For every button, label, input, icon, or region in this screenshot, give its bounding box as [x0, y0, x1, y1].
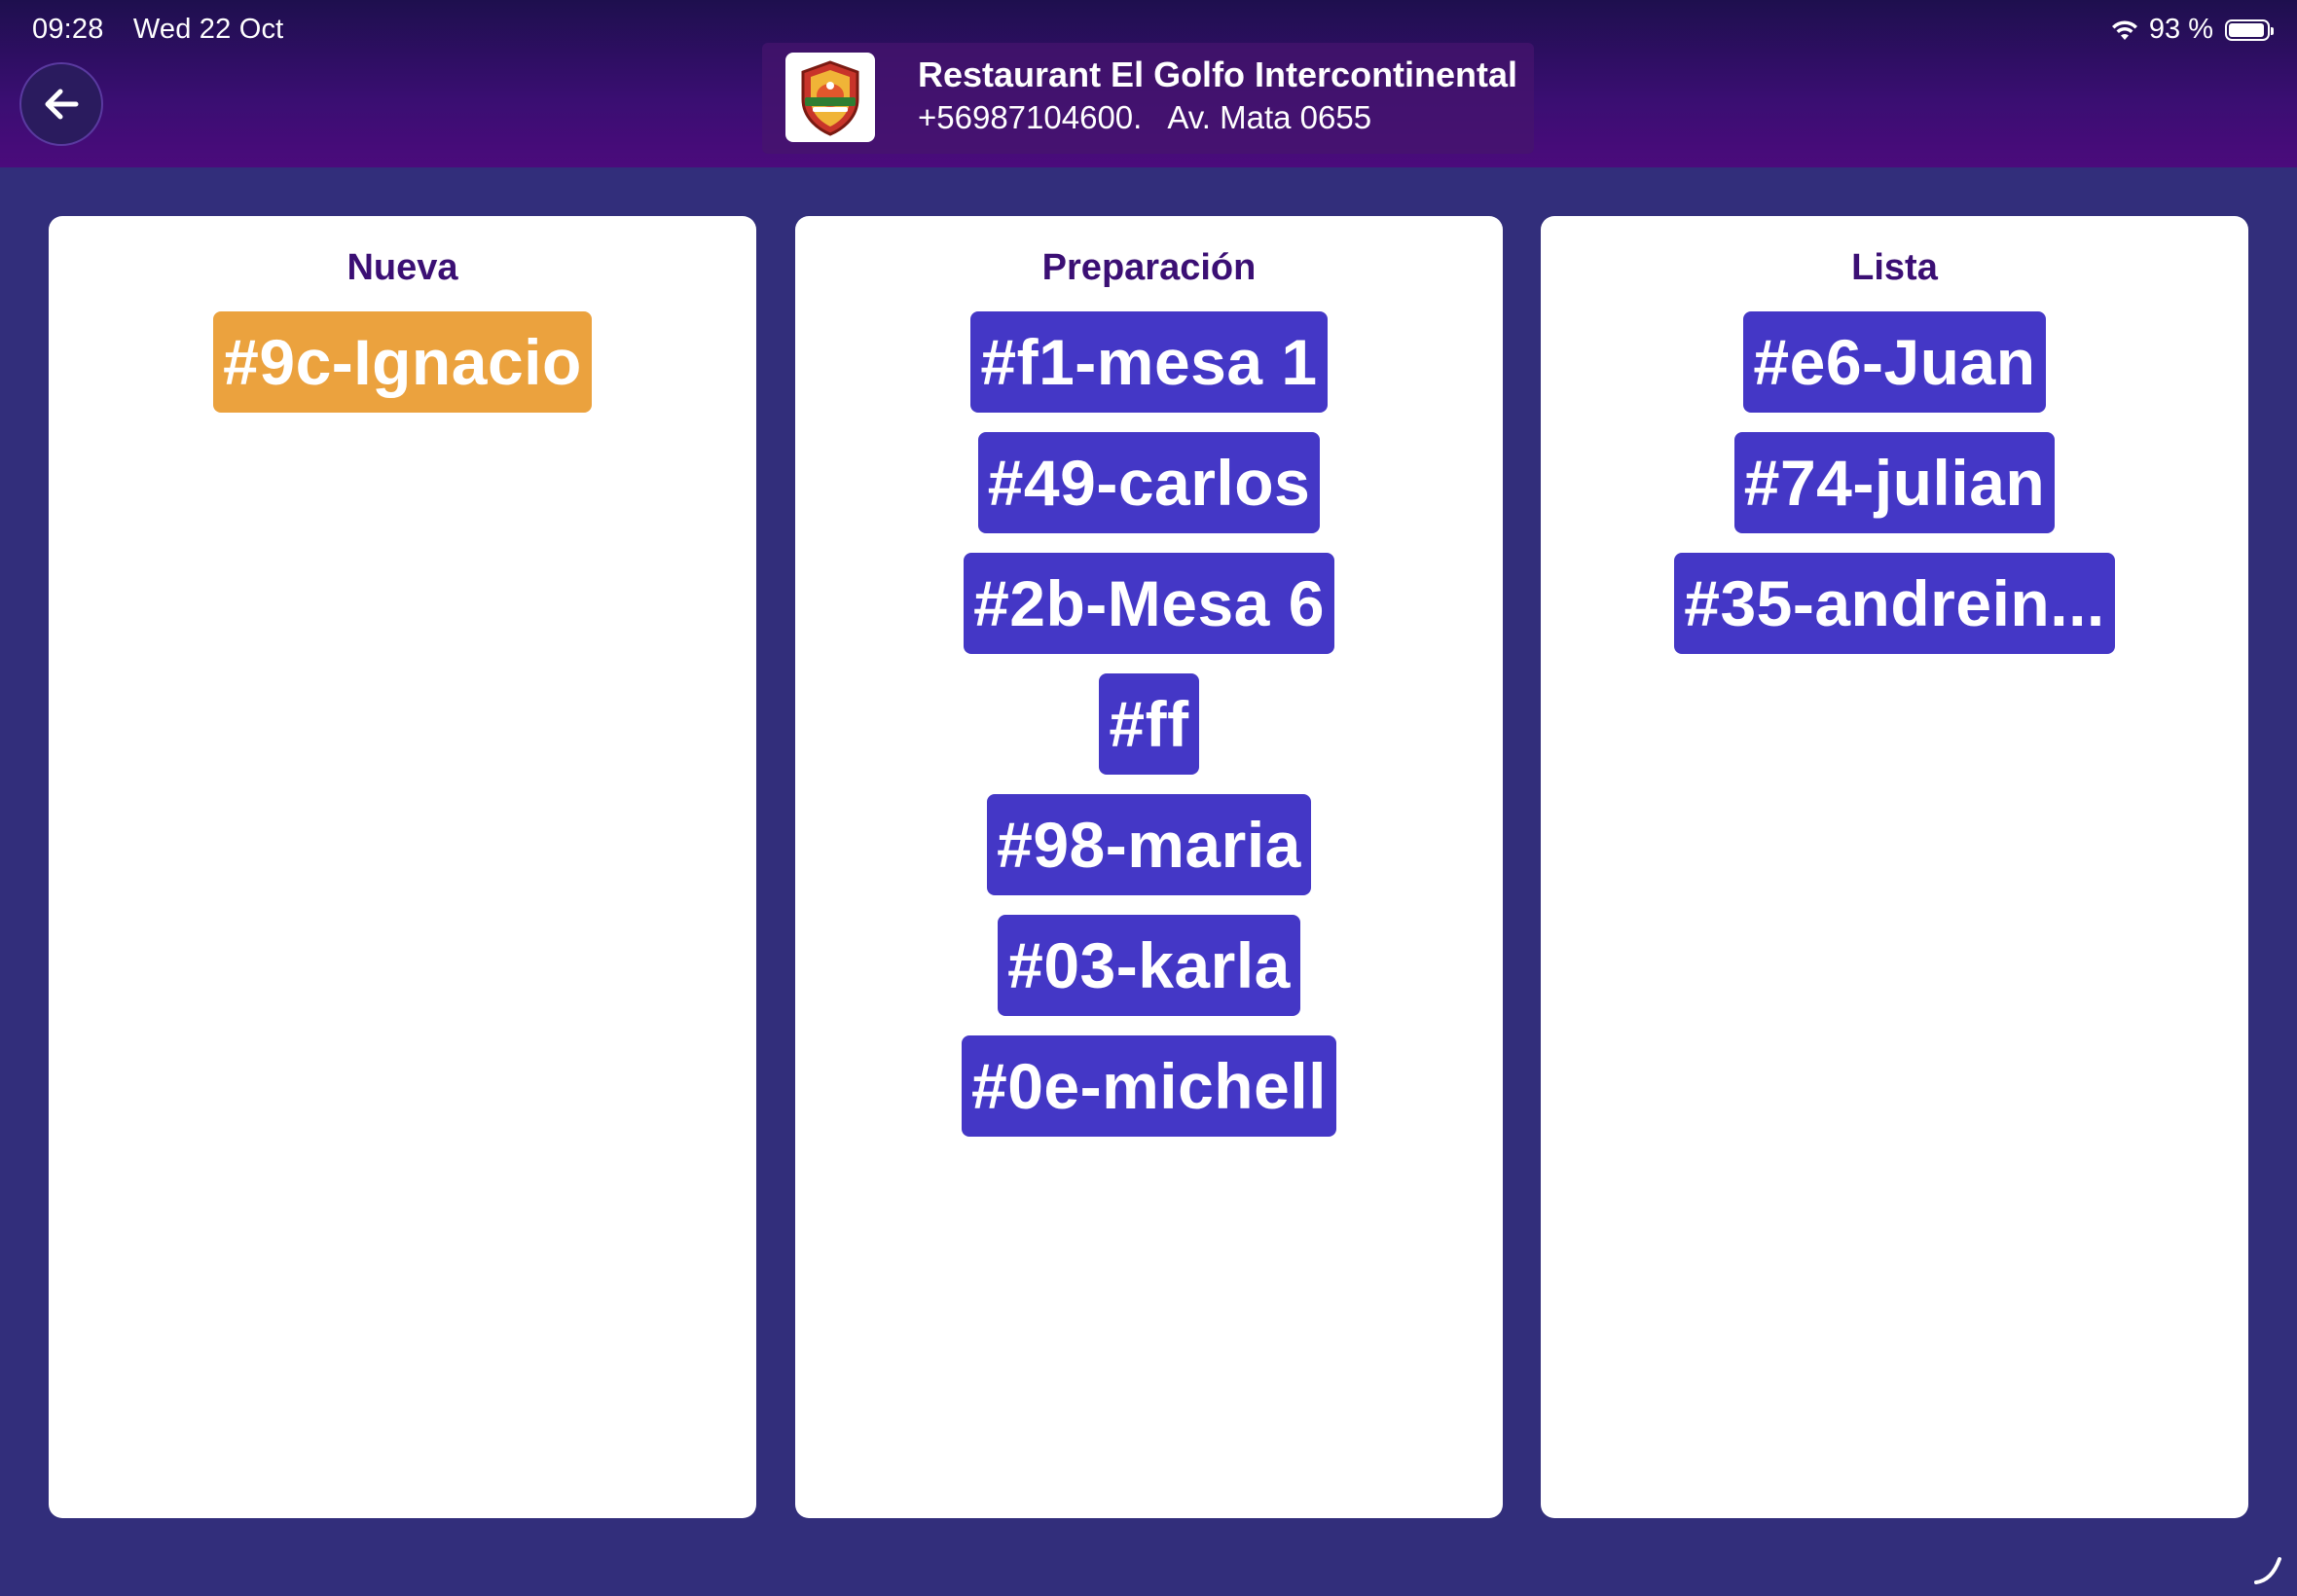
restaurant-phone: +56987104600. [918, 99, 1143, 135]
order-ticket[interactable]: #f1-mesa 1 [970, 311, 1328, 413]
restaurant-contact: +56987104600. Av. Mata 0655 [918, 99, 1371, 136]
restaurant-address: Av. Mata 0655 [1167, 99, 1372, 135]
battery-percent: 93 % [2148, 14, 2213, 45]
order-list: #e6-Juan #74-julian #35-andrein... [1674, 311, 2115, 673]
column-nueva: Nueva #9c-Ignacio [49, 216, 756, 1518]
status-bar-left: 09:28 Wed 22 Oct [32, 14, 305, 46]
status-date: Wed 22 Oct [132, 14, 284, 45]
order-ticket[interactable]: #9c-Ignacio [213, 311, 592, 413]
resize-corner-icon [2254, 1557, 2281, 1584]
status-bar-right: 93 % [2110, 14, 2274, 46]
battery-icon [2225, 18, 2274, 41]
column-title: Lista [1851, 247, 1938, 288]
order-ticket[interactable]: #98-maria [987, 794, 1311, 895]
restaurant-name: Restaurant El Golfo Intercontinental [918, 54, 1518, 94]
status-time: 09:28 [32, 14, 104, 45]
restaurant-badge-logo [801, 60, 859, 136]
order-ticket[interactable]: #35-andrein... [1674, 553, 2115, 654]
order-list: #f1-mesa 1 #49-carlos #2b-Mesa 6 #ff #98… [961, 311, 1337, 1156]
order-ticket[interactable]: #03-karla [998, 915, 1300, 1016]
arrow-left-icon [45, 89, 79, 120]
column-title: Preparación [1041, 247, 1257, 288]
order-ticket[interactable]: #ff [1099, 673, 1199, 775]
order-ticket[interactable]: #e6-Juan [1743, 311, 2046, 413]
wifi-icon [2111, 19, 2137, 40]
column-preparacion: Preparación #f1-mesa 1 #49-carlos #2b-Me… [795, 216, 1503, 1518]
order-ticket[interactable]: #0e-michell [961, 1035, 1337, 1137]
column-lista: Lista #e6-Juan #74-julian #35-andrein... [1541, 216, 2248, 1518]
restaurant-logo [785, 53, 875, 142]
order-ticket[interactable]: #2b-Mesa 6 [964, 553, 1334, 654]
restaurant-info-card: Restaurant El Golfo Intercontinental +56… [762, 43, 1534, 154]
order-ticket[interactable]: #49-carlos [977, 432, 1321, 533]
order-list: #9c-Ignacio [213, 311, 592, 432]
order-ticket[interactable]: #74-julian [1733, 432, 2056, 533]
column-title: Nueva [346, 247, 458, 288]
back-button[interactable] [19, 62, 103, 146]
app-header: 09:28 Wed 22 Oct 93 % Restaurant El Golf… [0, 0, 2297, 167]
